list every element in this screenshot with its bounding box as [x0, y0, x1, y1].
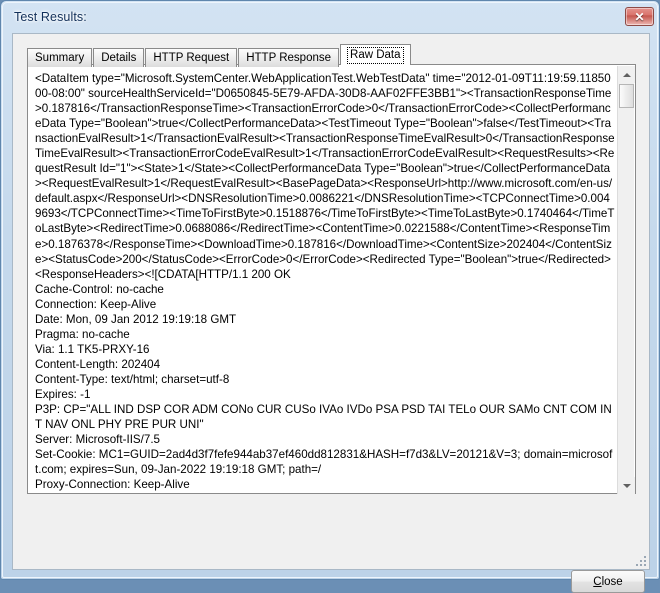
close-button[interactable]: Close	[571, 570, 645, 593]
tab-control: Summary Details HTTP Request HTTP Respon…	[27, 44, 636, 494]
close-button-label: lose	[601, 575, 623, 588]
dialog-window: Test Results: ✕ Summary Details HTTP Req…	[0, 0, 660, 593]
scroll-down-button[interactable]	[618, 477, 635, 494]
vertical-scrollbar[interactable]	[617, 66, 635, 494]
window-close-button[interactable]: ✕	[625, 7, 654, 26]
tab-http-response[interactable]: HTTP Response	[238, 48, 340, 67]
tab-details[interactable]: Details	[93, 48, 145, 67]
tab-strip: Summary Details HTTP Request HTTP Respon…	[27, 44, 412, 67]
resize-grip[interactable]	[634, 554, 646, 566]
tab-http-request[interactable]: HTTP Request	[145, 48, 238, 67]
close-x-icon: ✕	[634, 9, 645, 24]
dialog-client-area: Summary Details HTTP Request HTTP Respon…	[12, 33, 650, 593]
tab-label: Raw Data	[350, 49, 401, 61]
tab-label: Summary	[35, 52, 85, 64]
raw-data-text: <DataItem type="Microsoft.SystemCenter.W…	[35, 72, 615, 492]
tab-summary[interactable]: Summary	[27, 48, 93, 67]
tab-focus-ring: Raw Data	[347, 46, 404, 64]
tab-label: HTTP Response	[246, 52, 332, 64]
triangle-up-icon	[622, 72, 631, 77]
tab-label: Details	[101, 52, 137, 64]
tab-raw-data[interactable]: Raw Data	[340, 44, 411, 65]
title-bar[interactable]: Test Results: ✕	[3, 3, 659, 31]
tab-label: HTTP Request	[153, 52, 230, 64]
scroll-up-button[interactable]	[618, 66, 635, 83]
raw-data-text-viewport[interactable]: <DataItem type="Microsoft.SystemCenter.W…	[30, 67, 617, 493]
vertical-scroll-thumb[interactable]	[619, 84, 634, 108]
tab-panel-raw-data: <DataItem type="Microsoft.SystemCenter.W…	[27, 64, 636, 494]
window-title: Test Results:	[14, 10, 87, 24]
close-button-accelerator: C	[593, 575, 602, 588]
triangle-down-icon	[622, 483, 631, 488]
